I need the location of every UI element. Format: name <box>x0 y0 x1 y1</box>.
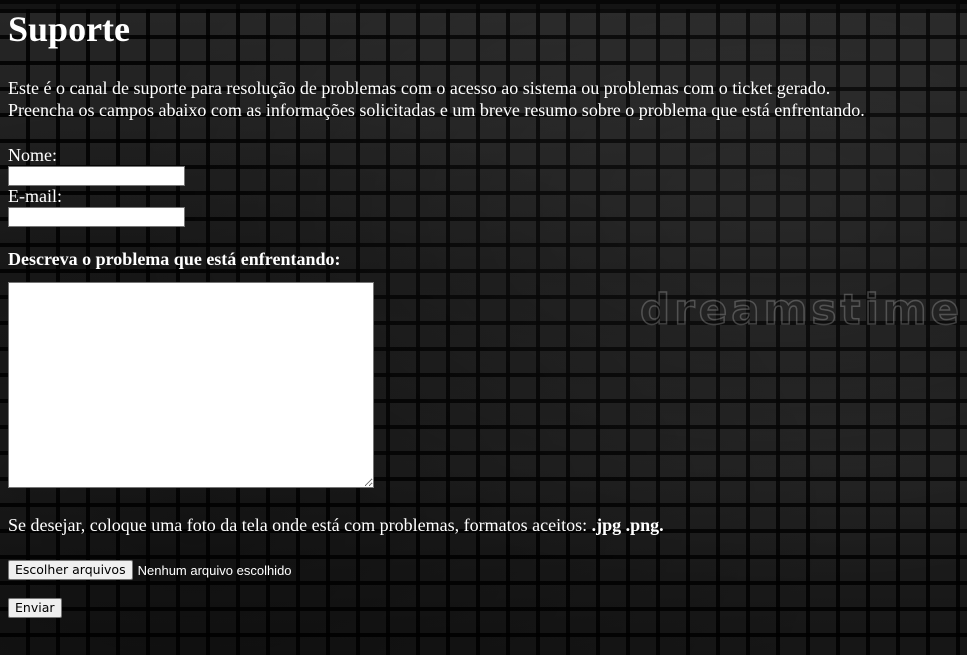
page-title: Suporte <box>8 9 131 49</box>
file-status-text: Nenhum arquivo escolhido <box>137 562 292 578</box>
file-upload: Escolher arquivos Nenhum arquivo escolhi… <box>8 560 959 580</box>
name-input[interactable] <box>8 166 185 186</box>
support-page: Suporte Este é o canal de suporte para r… <box>0 9 967 618</box>
submit-row: Enviar <box>8 598 959 618</box>
intro-line-2: Preencha os campos abaixo com as informa… <box>8 100 865 120</box>
choose-files-button[interactable]: Escolher arquivos <box>8 560 133 580</box>
intro-text: Este é o canal de suporte para resolução… <box>8 77 959 121</box>
submit-button[interactable]: Enviar <box>8 598 62 618</box>
problem-textarea[interactable] <box>8 282 374 488</box>
photo-formats: .jpg .png. <box>591 515 664 535</box>
email-input[interactable] <box>8 207 185 227</box>
intro-line-1: Este é o canal de suporte para resolução… <box>8 78 831 98</box>
photo-instructions-text: Se desejar, coloque uma foto da tela ond… <box>8 515 592 535</box>
photo-instructions: Se desejar, coloque uma foto da tela ond… <box>8 514 959 536</box>
support-form: Nome: E-mail: Descreva o problema que es… <box>8 145 959 618</box>
problem-label: Descreva o problema que está enfrentando… <box>8 249 341 269</box>
name-label: Nome: <box>8 145 57 165</box>
email-label: E-mail: <box>8 186 62 206</box>
